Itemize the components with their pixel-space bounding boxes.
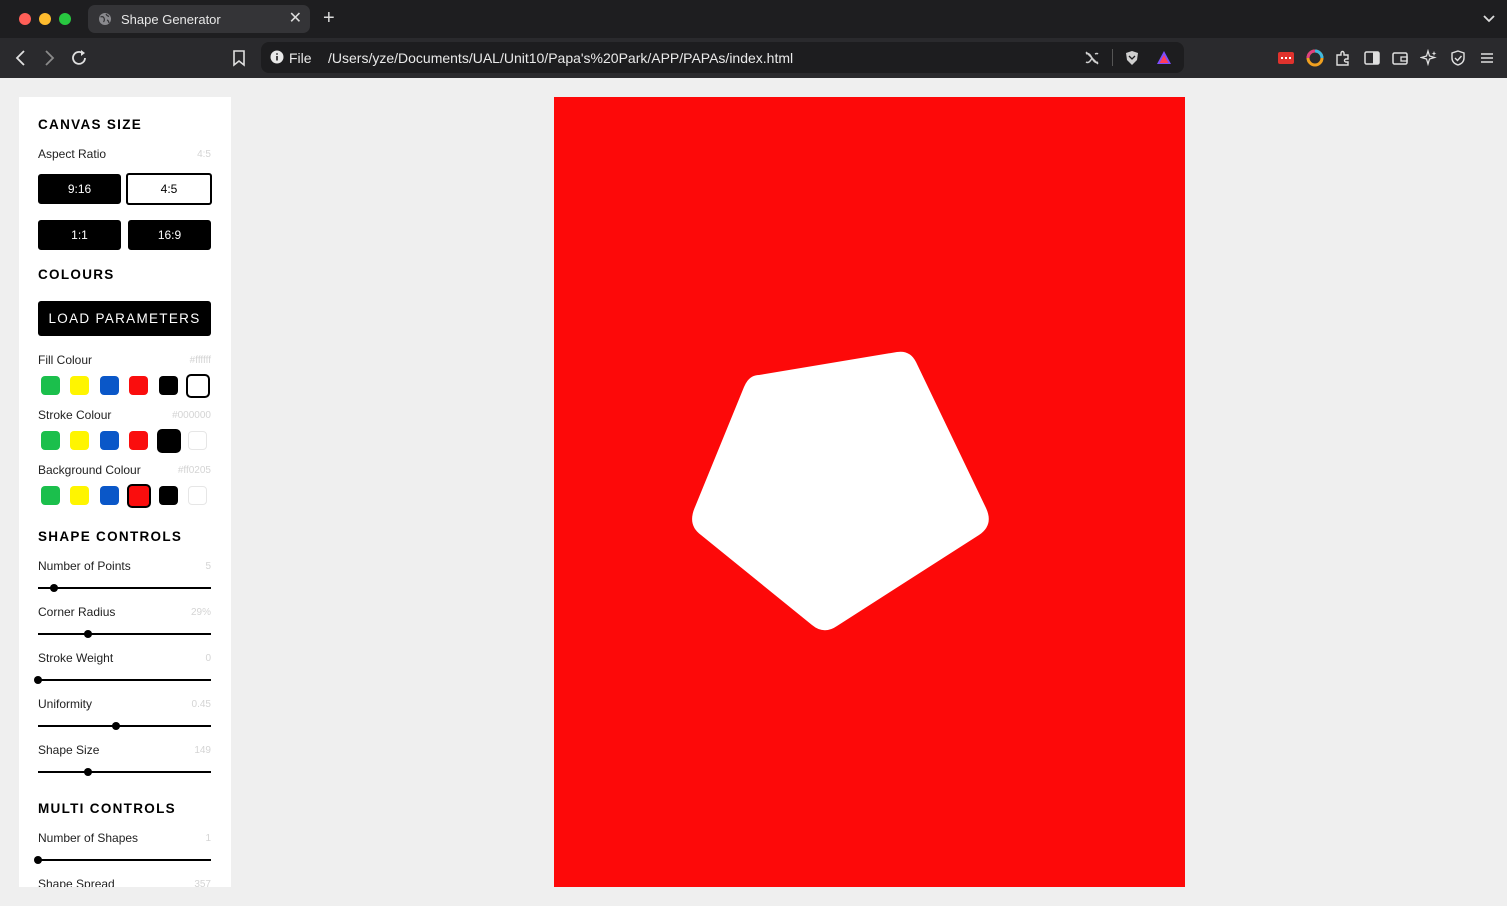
reader-mode-icon[interactable] xyxy=(1083,49,1101,67)
back-arrow-icon[interactable] xyxy=(10,47,32,69)
background-colour-label: Background Colour xyxy=(38,463,141,477)
extension-red-icon[interactable] xyxy=(1277,49,1295,67)
load-parameters-button[interactable]: LOAD PARAMETERS xyxy=(38,301,211,336)
stroke-weight-slider[interactable] xyxy=(38,679,211,681)
tab-close-icon[interactable]: ✕ xyxy=(289,9,302,29)
stroke-weight-slider-thumb[interactable] xyxy=(34,676,42,684)
fill-swatch-black[interactable] xyxy=(159,376,178,395)
multi-controls-heading: MULTI CONTROLS xyxy=(38,801,176,816)
background-swatch-blue[interactable] xyxy=(100,486,119,505)
number-of-shapes-value: 1 xyxy=(205,833,211,844)
stroke-weight-label: Stroke Weight xyxy=(38,651,114,665)
stroke-colour-value: #000000 xyxy=(172,410,211,421)
shields-icon[interactable] xyxy=(1123,49,1141,67)
corner-radius-slider[interactable] xyxy=(38,633,211,635)
vpn-shield-icon[interactable] xyxy=(1449,49,1467,67)
background-swatch-green[interactable] xyxy=(41,486,60,505)
url-scheme: File xyxy=(289,50,312,66)
browser-tab-bar: Shape Generator ✕ + xyxy=(0,0,1507,38)
url-text[interactable]: /Users/yze/Documents/UAL/Unit10/Papa's%2… xyxy=(328,50,793,66)
shape-size-label: Shape Size xyxy=(38,743,100,757)
new-tab-button[interactable]: + xyxy=(323,8,335,28)
ratio-button-9-16[interactable]: 9:16 xyxy=(38,174,121,204)
stroke-swatch-red[interactable] xyxy=(129,431,148,450)
window-zoom-button[interactable] xyxy=(59,13,71,25)
shape-spread-value: 357 xyxy=(194,879,211,887)
fill-swatch-white[interactable] xyxy=(186,374,210,398)
globe-icon xyxy=(99,13,111,25)
ratio-button-4-5[interactable]: 4:5 xyxy=(126,173,212,205)
corner-radius-label: Corner Radius xyxy=(38,605,116,619)
number-of-shapes-slider[interactable] xyxy=(38,859,211,861)
browser-toolbar: File /Users/yze/Documents/UAL/Unit10/Pap… xyxy=(0,38,1507,78)
chevron-down-icon[interactable] xyxy=(1481,10,1497,26)
corner-radius-slider-thumb[interactable] xyxy=(84,630,93,638)
background-swatch-yellow[interactable] xyxy=(70,486,89,505)
generated-shape-svg xyxy=(692,351,989,631)
uniformity-value: 0.45 xyxy=(191,699,211,710)
number-of-shapes-slider-thumb[interactable] xyxy=(34,856,42,864)
color-picker-icon[interactable] xyxy=(1306,49,1324,67)
aspect-ratio-value: 4:5 xyxy=(197,149,211,160)
fill-colour-value: #ffffff xyxy=(189,355,211,366)
fill-swatch-green[interactable] xyxy=(41,376,60,395)
address-divider xyxy=(1112,49,1113,66)
stroke-swatch-black[interactable] xyxy=(157,429,181,453)
stroke-swatch-yellow[interactable] xyxy=(70,431,89,450)
address-bar[interactable]: File /Users/yze/Documents/UAL/Unit10/Pap… xyxy=(261,42,1184,73)
window-minimize-button[interactable] xyxy=(39,13,51,25)
forward-arrow-icon[interactable] xyxy=(38,47,60,69)
shape-spread-label: Shape Spread xyxy=(38,877,115,887)
uniformity-label: Uniformity xyxy=(38,697,93,711)
background-swatch-red[interactable] xyxy=(127,484,151,508)
stroke-swatch-green[interactable] xyxy=(41,431,60,450)
stroke-colour-label: Stroke Colour xyxy=(38,408,112,422)
number-of-shapes-label: Number of Shapes xyxy=(38,831,139,845)
stroke-swatch-white[interactable] xyxy=(188,431,207,450)
fill-swatch-blue[interactable] xyxy=(100,376,119,395)
shape-canvas[interactable] xyxy=(554,97,1185,887)
corner-radius-value: 29% xyxy=(190,607,211,618)
reload-icon[interactable] xyxy=(68,47,90,69)
info-icon[interactable] xyxy=(270,50,284,64)
shape-size-value: 149 xyxy=(194,745,211,756)
sidebar-icon[interactable] xyxy=(1363,49,1381,67)
canvas-size-heading: CANVAS SIZE xyxy=(38,117,143,132)
fill-colour-label: Fill Colour xyxy=(38,353,93,367)
shape-controls-heading: SHAPE CONTROLS xyxy=(38,529,183,544)
aspect-ratio-label: Aspect Ratio xyxy=(38,147,107,161)
number-of-points-value: 5 xyxy=(205,561,211,572)
browser-tab[interactable]: Shape Generator ✕ xyxy=(88,5,310,33)
ai-sparkle-icon[interactable] xyxy=(1420,49,1438,67)
number-of-points-label: Number of Points xyxy=(38,559,131,573)
shape-size-slider-thumb[interactable] xyxy=(84,768,93,776)
puzzle-icon[interactable] xyxy=(1334,49,1352,67)
window-close-button[interactable] xyxy=(19,13,31,25)
generated-pentagon-shape xyxy=(692,351,989,631)
wallet-icon[interactable] xyxy=(1391,49,1409,67)
fill-swatch-red[interactable] xyxy=(129,376,148,395)
rewards-triangle-icon[interactable] xyxy=(1155,49,1173,67)
control-panel: CANVAS SIZE Aspect Ratio 4:5 9:16 4:5 1:… xyxy=(19,97,231,887)
ratio-button-16-9[interactable]: 16:9 xyxy=(128,220,211,250)
background-swatch-white[interactable] xyxy=(188,486,207,505)
tab-title: Shape Generator xyxy=(121,12,221,27)
background-colour-value: #ff0205 xyxy=(177,465,211,476)
ratio-button-1-1[interactable]: 1:1 xyxy=(38,220,121,250)
fill-swatch-yellow[interactable] xyxy=(70,376,89,395)
shape-size-slider[interactable] xyxy=(38,771,211,773)
bookmark-icon[interactable] xyxy=(228,47,250,69)
stroke-swatch-blue[interactable] xyxy=(100,431,119,450)
menu-icon[interactable] xyxy=(1478,49,1496,67)
number-of-points-slider-thumb[interactable] xyxy=(49,584,58,592)
stroke-weight-value: 0 xyxy=(205,653,211,664)
number-of-points-slider[interactable] xyxy=(38,587,211,589)
background-swatch-black[interactable] xyxy=(159,486,178,505)
uniformity-slider-thumb[interactable] xyxy=(111,722,120,730)
uniformity-slider[interactable] xyxy=(38,725,211,727)
colours-heading: COLOURS xyxy=(38,267,115,282)
